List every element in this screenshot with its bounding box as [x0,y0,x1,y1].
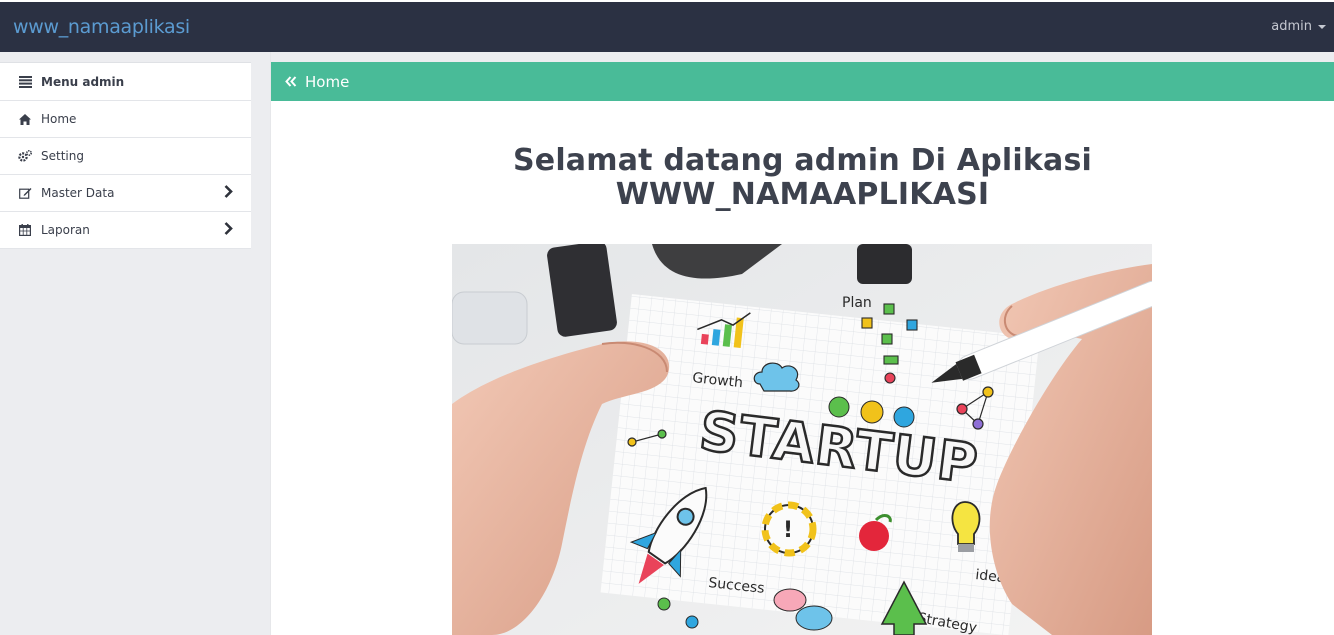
hero-word-plan: Plan [842,295,872,311]
home-icon [18,112,32,126]
user-menu-label: admin [1271,19,1312,34]
chevron-right-icon [224,222,233,238]
breadcrumb-label: Home [305,72,350,91]
sidebar-item-label: Laporan [41,223,90,237]
double-chevron-left-icon[interactable] [285,76,297,87]
top-navbar: www_namaaplikasi admin [0,2,1334,52]
app-brand-link[interactable]: www_namaaplikasi [13,16,190,38]
sidebar-item-laporan[interactable]: Laporan [0,212,251,249]
main-panel: Selamat datang admin Di Aplikasi WWW_NAM… [271,101,1334,635]
sidebar-item-label: Home [41,112,77,126]
sidebar-header: Menu admin [0,63,251,101]
edit-icon [18,186,32,200]
gears-icon [18,149,32,163]
page-title: Selamat datang admin Di Aplikasi WWW_NAM… [271,144,1334,212]
sidebar-header-label: Menu admin [41,74,125,89]
list-icon [18,75,32,89]
svg-text:!: ! [783,518,793,543]
sidebar-item-label: Master Data [41,186,115,200]
welcome-line-1: Selamat datang admin Di Aplikasi [512,143,1093,178]
sidebar-item-home[interactable]: Home [0,101,251,138]
calendar-icon [18,223,32,237]
user-menu-dropdown[interactable]: admin [1271,19,1326,34]
sidebar-menu: Menu admin Home Setting Master Data Lapo… [0,62,251,249]
sidebar-item-master-data[interactable]: Master Data [0,175,251,212]
startup-hero-image: Plan Growth Success idea Strategy STARTU… [452,244,1152,635]
breadcrumb: Home [271,62,1334,101]
chevron-right-icon [224,185,233,201]
caret-down-icon [1318,24,1326,29]
sidebar-item-setting[interactable]: Setting [0,138,251,175]
sidebar-item-label: Setting [41,149,84,163]
welcome-line-2: WWW_NAMAAPLIKASI [615,177,990,212]
